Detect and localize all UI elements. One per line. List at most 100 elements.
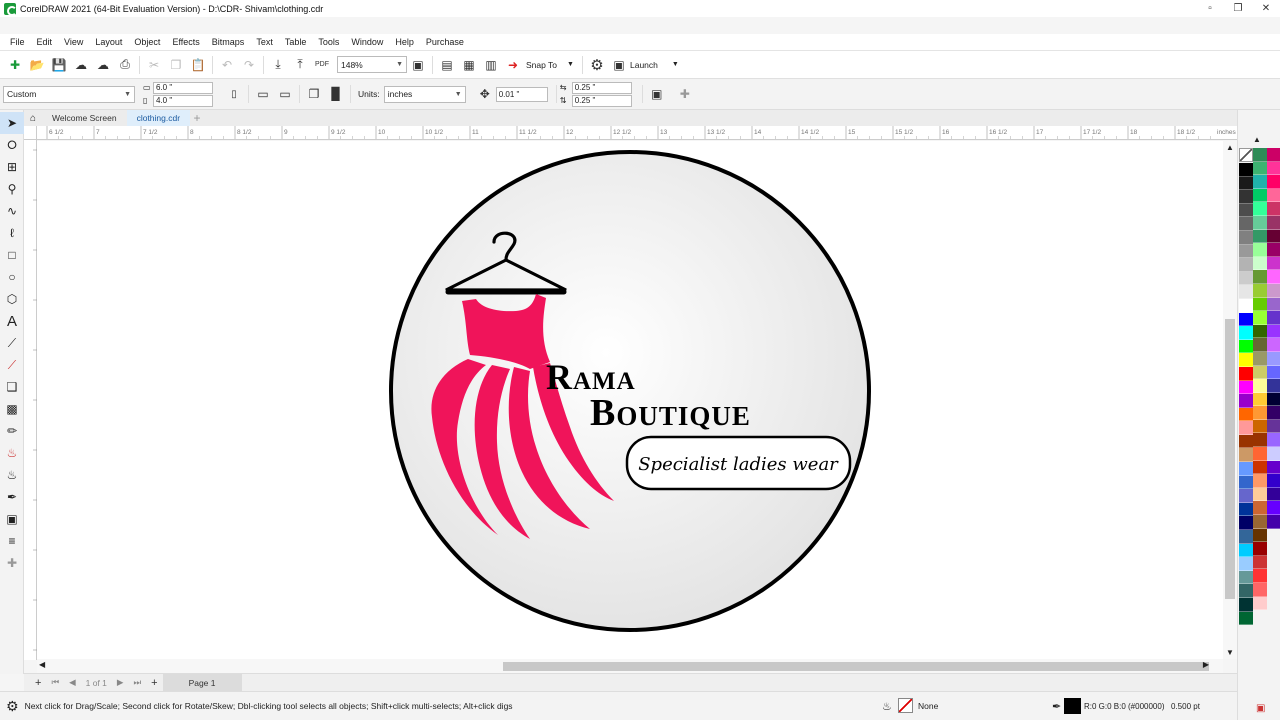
home-icon[interactable]: ⌂ xyxy=(24,110,42,126)
color-swatch[interactable] xyxy=(1239,543,1253,558)
add-page-before-icon[interactable]: + xyxy=(35,677,41,689)
color-swatch[interactable] xyxy=(1267,392,1280,407)
color-swatch[interactable] xyxy=(1267,283,1280,298)
page-width-field[interactable]: 6.0 " xyxy=(153,81,213,94)
color-swatch[interactable] xyxy=(1267,338,1280,352)
launch-label[interactable]: Launch xyxy=(630,60,658,70)
snap-to-dropdown-icon[interactable]: ▼ xyxy=(567,61,574,68)
color-swatch[interactable] xyxy=(1253,433,1267,448)
menu-effects[interactable]: Effects xyxy=(172,37,199,47)
scroll-down-icon[interactable]: ▼ xyxy=(1226,648,1234,657)
drawing-canvas[interactable]: Rama Boutique Specialist ladies wear xyxy=(37,141,1223,659)
color-swatch[interactable] xyxy=(1253,215,1267,230)
color-swatch[interactable] xyxy=(1267,175,1280,189)
palette-column-grays[interactable] xyxy=(1239,163,1253,626)
cloud-upload-icon[interactable]: ☁ xyxy=(72,56,90,74)
smart-fill-tool-icon[interactable]: ♨ xyxy=(0,464,24,486)
page-preset-combo[interactable]: Custom ▼ xyxy=(3,85,135,103)
color-swatch[interactable] xyxy=(1267,256,1280,271)
interactive-fill-tool-icon[interactable]: ♨ xyxy=(0,442,24,464)
color-swatch[interactable] xyxy=(1253,351,1267,366)
undo-icon[interactable]: ↶ xyxy=(218,56,236,74)
color-swatch[interactable] xyxy=(1253,555,1267,570)
color-swatch[interactable] xyxy=(1253,148,1267,162)
print-icon[interactable]: ⎙ xyxy=(116,56,134,74)
color-swatch[interactable] xyxy=(1253,202,1267,216)
color-swatch[interactable] xyxy=(1239,380,1253,395)
color-swatch[interactable] xyxy=(1239,421,1253,435)
show-rulers-icon[interactable]: ▤ xyxy=(438,56,456,74)
color-swatch[interactable] xyxy=(1239,584,1253,598)
color-swatch[interactable] xyxy=(1267,433,1280,448)
color-swatch[interactable] xyxy=(1267,324,1280,339)
new-document-icon[interactable]: ✚ xyxy=(6,56,24,74)
color-swatch[interactable] xyxy=(1267,474,1280,488)
color-swatch[interactable] xyxy=(1239,271,1253,286)
close-button[interactable]: ✕ xyxy=(1252,0,1280,17)
color-swatch[interactable] xyxy=(1239,163,1253,177)
color-swatch[interactable] xyxy=(1267,297,1280,312)
zoom-level-combo[interactable]: 148% ▼ xyxy=(337,56,407,73)
lens-tool-icon[interactable]: ▣ xyxy=(0,508,24,530)
show-grid-icon[interactable]: ▦ xyxy=(460,56,478,74)
menu-text[interactable]: Text xyxy=(256,37,273,47)
color-swatch[interactable] xyxy=(1239,475,1253,490)
landscape-icon[interactable]: ▭ xyxy=(276,85,294,103)
color-swatch[interactable] xyxy=(1253,596,1267,611)
color-swatch[interactable] xyxy=(1253,460,1267,475)
color-swatch[interactable] xyxy=(1253,311,1267,325)
publish-pdf-icon[interactable]: PDF xyxy=(313,56,331,74)
color-swatch[interactable] xyxy=(1239,353,1253,367)
menu-bitmaps[interactable]: Bitmaps xyxy=(212,37,245,47)
shape-tool-icon[interactable]: ⭘ xyxy=(0,134,24,156)
color-swatch[interactable] xyxy=(1253,501,1267,516)
palette-menu-icon[interactable]: ▣ xyxy=(1256,703,1265,714)
tab-clothing-cdr[interactable]: clothing.cdr xyxy=(126,110,191,126)
color-swatch[interactable] xyxy=(1239,557,1253,571)
color-swatch[interactable] xyxy=(1253,569,1267,583)
menu-tools[interactable]: Tools xyxy=(318,37,339,47)
color-swatch[interactable] xyxy=(1267,202,1280,216)
color-swatch[interactable] xyxy=(1239,285,1253,299)
zoom-tool-icon[interactable]: ⚲ xyxy=(0,178,24,200)
menu-table[interactable]: Table xyxy=(285,37,307,47)
add-page-after-icon[interactable]: + xyxy=(151,677,157,689)
artistic-media-tool-icon[interactable]: ℓ xyxy=(0,222,24,244)
color-swatch[interactable] xyxy=(1239,258,1253,272)
color-swatch[interactable] xyxy=(1253,175,1267,189)
vertical-scroll-thumb[interactable] xyxy=(1225,319,1235,599)
new-tab-icon[interactable]: + xyxy=(190,111,204,125)
polygon-tool-icon[interactable]: ⬡ xyxy=(0,288,24,310)
last-page-icon[interactable]: ⏭ xyxy=(133,677,141,688)
color-swatch[interactable] xyxy=(1239,502,1253,517)
color-swatch[interactable] xyxy=(1253,270,1267,284)
logo-artwork[interactable]: Rama Boutique Specialist ladies wear xyxy=(37,141,1223,659)
color-swatch[interactable] xyxy=(1267,379,1280,393)
color-swatch[interactable] xyxy=(1253,243,1267,257)
next-page-icon[interactable]: ▶ xyxy=(117,677,124,688)
no-color-swatch[interactable] xyxy=(1239,148,1253,162)
color-swatch[interactable] xyxy=(1253,324,1267,339)
status-gear-icon[interactable]: ⚙ xyxy=(6,698,19,715)
transparency-tool-icon[interactable]: ▩ xyxy=(0,398,24,420)
palette-column-pinks[interactable] xyxy=(1267,148,1280,529)
tab-welcome-screen[interactable]: Welcome Screen xyxy=(42,110,127,126)
freehand-tool-icon[interactable]: ∿ xyxy=(0,200,24,222)
color-swatch[interactable] xyxy=(1267,243,1280,257)
outline-pen-icon[interactable]: ✒ xyxy=(0,486,24,508)
color-swatch[interactable] xyxy=(1267,419,1280,434)
color-swatch[interactable] xyxy=(1267,161,1280,176)
scroll-up-icon[interactable]: ▲ xyxy=(1226,143,1234,152)
redo-icon[interactable]: ↷ xyxy=(240,56,258,74)
color-swatch[interactable] xyxy=(1253,515,1267,529)
color-swatch[interactable] xyxy=(1239,190,1253,204)
color-swatch[interactable] xyxy=(1267,351,1280,366)
color-swatch[interactable] xyxy=(1253,447,1267,461)
connector-tool-icon[interactable]: ⟋ xyxy=(0,354,24,376)
color-swatch[interactable] xyxy=(1253,406,1267,420)
align-icon[interactable]: ▉ xyxy=(327,85,345,103)
duplicate-distance-y-field[interactable]: 0.25 " xyxy=(571,94,632,107)
rectangle-tool-icon[interactable]: □ xyxy=(0,244,24,266)
units-combo[interactable]: inches ▼ xyxy=(383,85,466,103)
color-swatch[interactable] xyxy=(1267,487,1280,502)
